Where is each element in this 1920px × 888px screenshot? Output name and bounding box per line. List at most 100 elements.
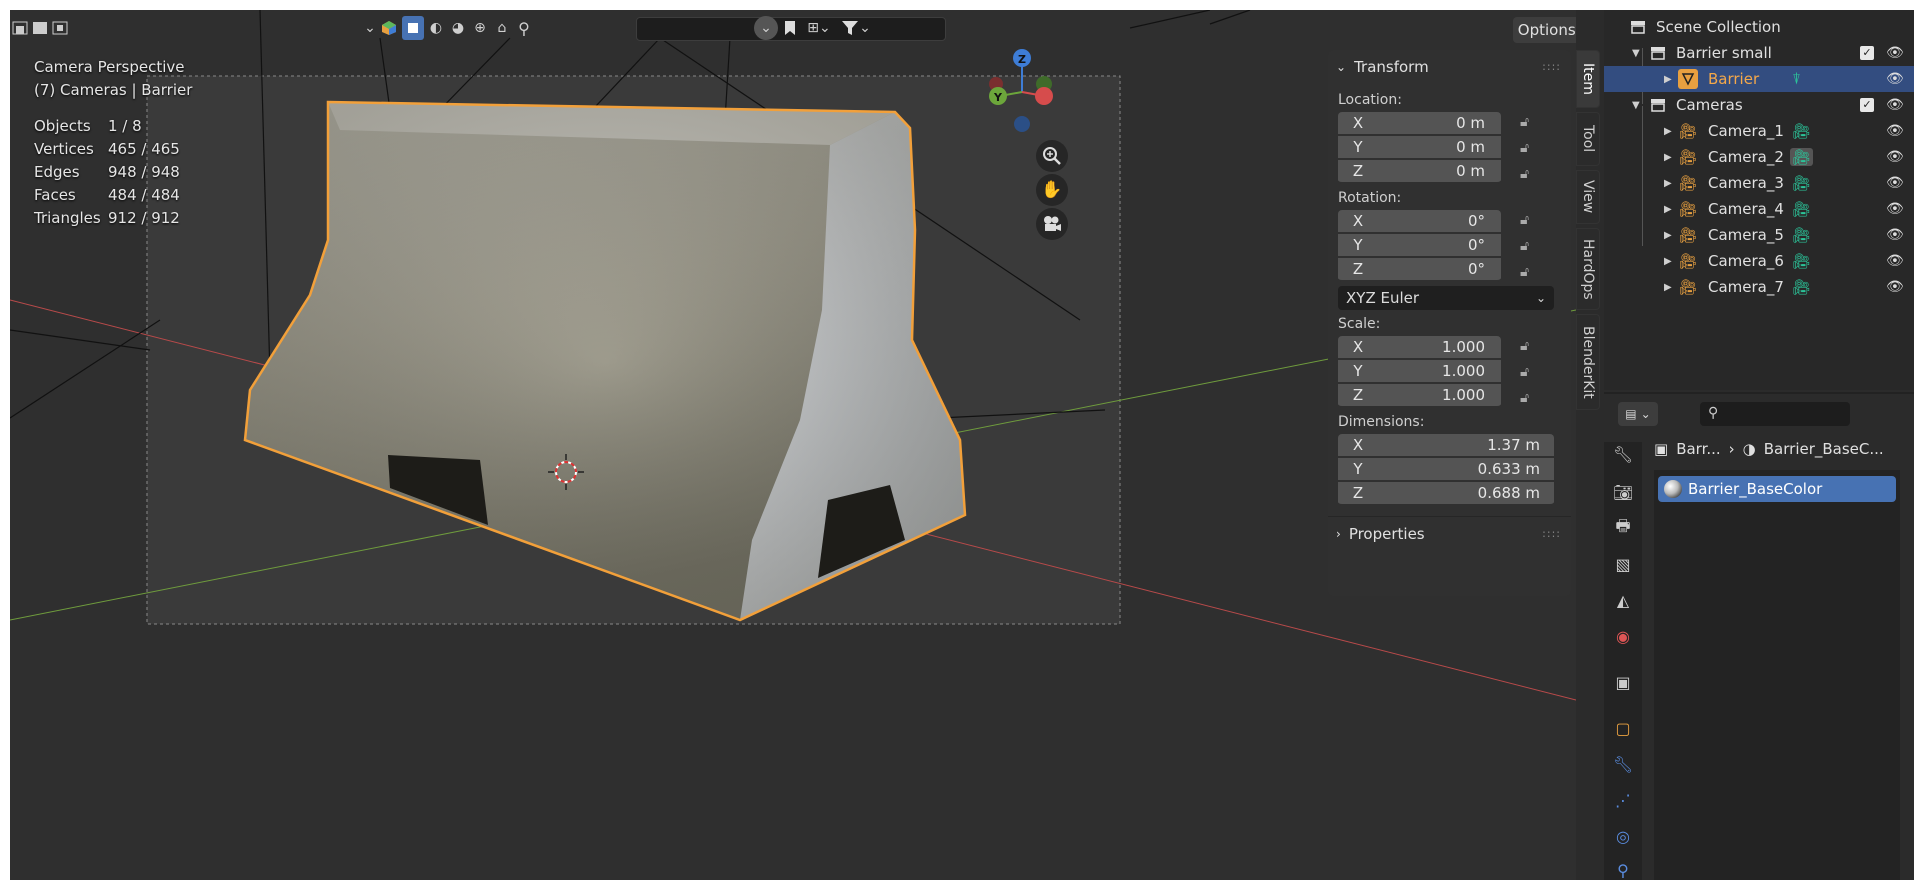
output-icon[interactable]: 🖶︎ — [1611, 516, 1635, 540]
mesh-data-icon[interactable]: ⍒ — [1792, 70, 1801, 88]
material-slot-item[interactable]: Barrier_BaseColor — [1658, 476, 1896, 502]
outliner-camera-row[interactable]: ▶ 🎥︎ Camera_1 🎥︎ 👁︎ — [1604, 118, 1914, 144]
eye-icon[interactable]: 👁︎ — [1886, 227, 1904, 243]
rotation-y-field[interactable]: Y 0° — [1338, 234, 1501, 258]
constraints-icon[interactable]: ⚲ — [1611, 858, 1635, 880]
filter-icon[interactable]: ⌄ — [838, 16, 874, 40]
eye-icon[interactable]: 👁︎ — [1886, 253, 1904, 269]
camera-view-icon[interactable] — [1036, 208, 1068, 240]
rotation-x-field[interactable]: X 0° — [1338, 210, 1501, 234]
object-icon[interactable]: ▢ — [1611, 716, 1635, 740]
tab-hardops[interactable]: HardOps — [1576, 228, 1600, 310]
camera-data-icon[interactable]: 🎥︎ — [1792, 200, 1811, 218]
camera-data-icon-active[interactable]: 🎥︎ — [1790, 148, 1814, 166]
tab-item[interactable]: Item — [1576, 50, 1600, 108]
scale-y-field[interactable]: Y 1.000 — [1338, 360, 1501, 384]
transform-panel-header[interactable]: ⌄ Transform :::: — [1328, 50, 1571, 84]
properties-panel-header[interactable]: › Properties :::: — [1328, 516, 1571, 550]
outliner-camera-row[interactable]: ▶ 🎥︎ Camera_5 🎥︎ 👁︎ — [1604, 222, 1914, 248]
gizmo-colored-icon[interactable] — [380, 16, 398, 40]
unlock-icon[interactable]: 🔓︎ — [1520, 140, 1540, 160]
camera-data-icon[interactable]: 🎥︎ — [1792, 226, 1811, 244]
eye-icon[interactable]: 👁︎ — [1886, 123, 1904, 139]
outliner-camera-row[interactable]: ▶ 🎥︎ Camera_3 🎥︎ 👁︎ — [1604, 170, 1914, 196]
disclosure-open-icon[interactable]: ▼ — [1632, 48, 1640, 59]
shading-wireframe-button[interactable] — [402, 16, 424, 40]
eye-icon[interactable]: 👁︎ — [1886, 279, 1904, 295]
barrier-mesh[interactable] — [243, 100, 967, 622]
unlock-icon[interactable]: 🔓︎ — [1520, 114, 1540, 134]
eye-icon[interactable]: 👁︎ — [1886, 45, 1904, 61]
options-dropdown[interactable]: Options ⌄ — [1513, 17, 1576, 43]
disclosure-closed-icon[interactable]: ▶ — [1664, 178, 1672, 189]
unlock-icon[interactable]: 🔓︎ — [1520, 238, 1540, 258]
filter-chevron-icon[interactable]: ⌄ — [754, 16, 778, 40]
drag-handle-icon[interactable]: :::: — [1542, 527, 1561, 540]
shading-rendered-icon[interactable]: ⊕ — [470, 16, 490, 40]
eye-icon[interactable]: 👁︎ — [1886, 97, 1904, 113]
select-mode-icons[interactable] — [10, 16, 72, 40]
location-y-field[interactable]: Y0 m — [1338, 136, 1501, 160]
rotation-z-field[interactable]: Z 0° — [1338, 258, 1501, 282]
modifier-wrench-icon[interactable]: 🔧︎ — [1611, 752, 1635, 776]
eye-icon[interactable]: 👁︎ — [1886, 175, 1904, 191]
collection-icon[interactable]: ▣ — [1611, 670, 1635, 694]
bookmark-icon[interactable] — [780, 16, 800, 40]
camera-data-icon[interactable]: 🎥︎ — [1792, 122, 1811, 140]
pan-hand-icon[interactable]: ✋ — [1036, 174, 1068, 206]
unlock-icon[interactable]: 🔓︎ — [1520, 390, 1540, 410]
eye-icon[interactable]: 👁︎ — [1886, 201, 1904, 217]
outliner-camera-row[interactable]: ▶ 🎥︎ Camera_2 🎥︎ 👁︎ — [1604, 144, 1914, 170]
disclosure-closed-icon[interactable]: ▶ — [1664, 74, 1672, 85]
include-checkbox[interactable]: ✓ — [1860, 98, 1874, 112]
camera-data-icon[interactable]: 🎥︎ — [1792, 278, 1811, 296]
disclosure-closed-icon[interactable]: ▶ — [1664, 152, 1672, 163]
unlock-icon[interactable]: 🔓︎ — [1520, 212, 1540, 232]
3d-viewport[interactable]: Z Y ⌄ ◐ ◕ ⊕ ⌂ ⚲ ⌄ ⊞⌄ ⌄ Options Camera Pe… — [10, 10, 1576, 880]
particles-icon[interactable]: ⋰ — [1611, 788, 1635, 812]
disclosure-closed-icon[interactable]: ▶ — [1664, 282, 1672, 293]
outliner-camera-row[interactable]: ▶ 🎥︎ Camera_6 🎥︎ 👁︎ — [1604, 248, 1914, 274]
outliner-scene-collection[interactable]: Scene Collection — [1604, 14, 1914, 40]
disclosure-closed-icon[interactable]: ▶ — [1664, 256, 1672, 267]
outliner-camera-row[interactable]: ▶ 🎥︎ Camera_7 🎥︎ 👁︎ — [1604, 274, 1914, 300]
eye-icon[interactable]: 👁︎ — [1886, 71, 1904, 87]
location-x-field[interactable]: X0 m — [1338, 112, 1501, 136]
tab-view[interactable]: View — [1576, 170, 1600, 224]
physics-icon[interactable]: ◎ — [1611, 824, 1635, 848]
material-slot-list[interactable]: Barrier_BaseColor — [1654, 470, 1900, 880]
include-checkbox[interactable]: ✓ — [1860, 46, 1874, 60]
outliner-object-barrier[interactable]: ▶ Barrier ⍒ 👁︎ — [1604, 66, 1914, 92]
unlock-icon[interactable]: 🔓︎ — [1520, 166, 1540, 186]
zoom-icon[interactable] — [1036, 140, 1068, 172]
dimensions-y-field[interactable]: Y 0.633 m — [1338, 458, 1554, 482]
brush-icon[interactable]: ⌂ — [492, 16, 512, 40]
outliner-collection-barrier-small[interactable]: ▼ Barrier small ✓ 👁︎ — [1604, 40, 1914, 66]
dimensions-z-field[interactable]: Z 0.688 m — [1338, 482, 1554, 506]
disclosure-open-icon[interactable]: ▼ — [1632, 100, 1640, 111]
eye-icon[interactable]: 👁︎ — [1886, 149, 1904, 165]
camera-data-icon[interactable]: 🎥︎ — [1792, 174, 1811, 192]
editor-type-dropdown[interactable]: ▤ ⌄ — [1618, 402, 1658, 426]
shading-solid-icon[interactable]: ◐ — [426, 16, 446, 40]
unlock-icon[interactable]: 🔓︎ — [1520, 364, 1540, 384]
location-z-field[interactable]: Z0 m — [1338, 160, 1501, 184]
chevron-down-icon[interactable]: ⌄ — [362, 16, 378, 40]
dimensions-x-field[interactable]: X 1.37 m — [1338, 434, 1554, 458]
properties-search-input[interactable] — [1700, 402, 1850, 426]
rotation-mode-dropdown[interactable]: XYZ Euler ⌄ — [1338, 286, 1554, 310]
scene-icon[interactable]: ◭ — [1611, 588, 1635, 612]
properties-editor[interactable]: ▤ ⌄ ⚲ 🔧︎ 📷︎ 🖶︎ ▧ ◭ ◉ ▣ ▢ 🔧︎ ⋰ ◎ ⚲ ▣ Barr.… — [1604, 392, 1914, 880]
scale-x-field[interactable]: X 1.000 — [1338, 336, 1501, 360]
view-layer-icon[interactable]: ▧ — [1611, 552, 1635, 576]
shading-material-icon[interactable]: ◕ — [448, 16, 468, 40]
disclosure-closed-icon[interactable]: ▶ — [1664, 204, 1672, 215]
world-icon[interactable]: ◉ — [1611, 624, 1635, 648]
render-icon[interactable]: 📷︎ — [1611, 480, 1635, 504]
outliner-camera-row[interactable]: ▶ 🎥︎ Camera_4 🎥︎ 👁︎ — [1604, 196, 1914, 222]
camera-data-icon[interactable]: 🎥︎ — [1792, 252, 1811, 270]
tab-tool[interactable]: Tool — [1576, 112, 1600, 166]
disclosure-closed-icon[interactable]: ▶ — [1664, 126, 1672, 137]
disclosure-closed-icon[interactable]: ▶ — [1664, 230, 1672, 241]
tab-blenderkit[interactable]: BlenderKit — [1576, 314, 1600, 410]
